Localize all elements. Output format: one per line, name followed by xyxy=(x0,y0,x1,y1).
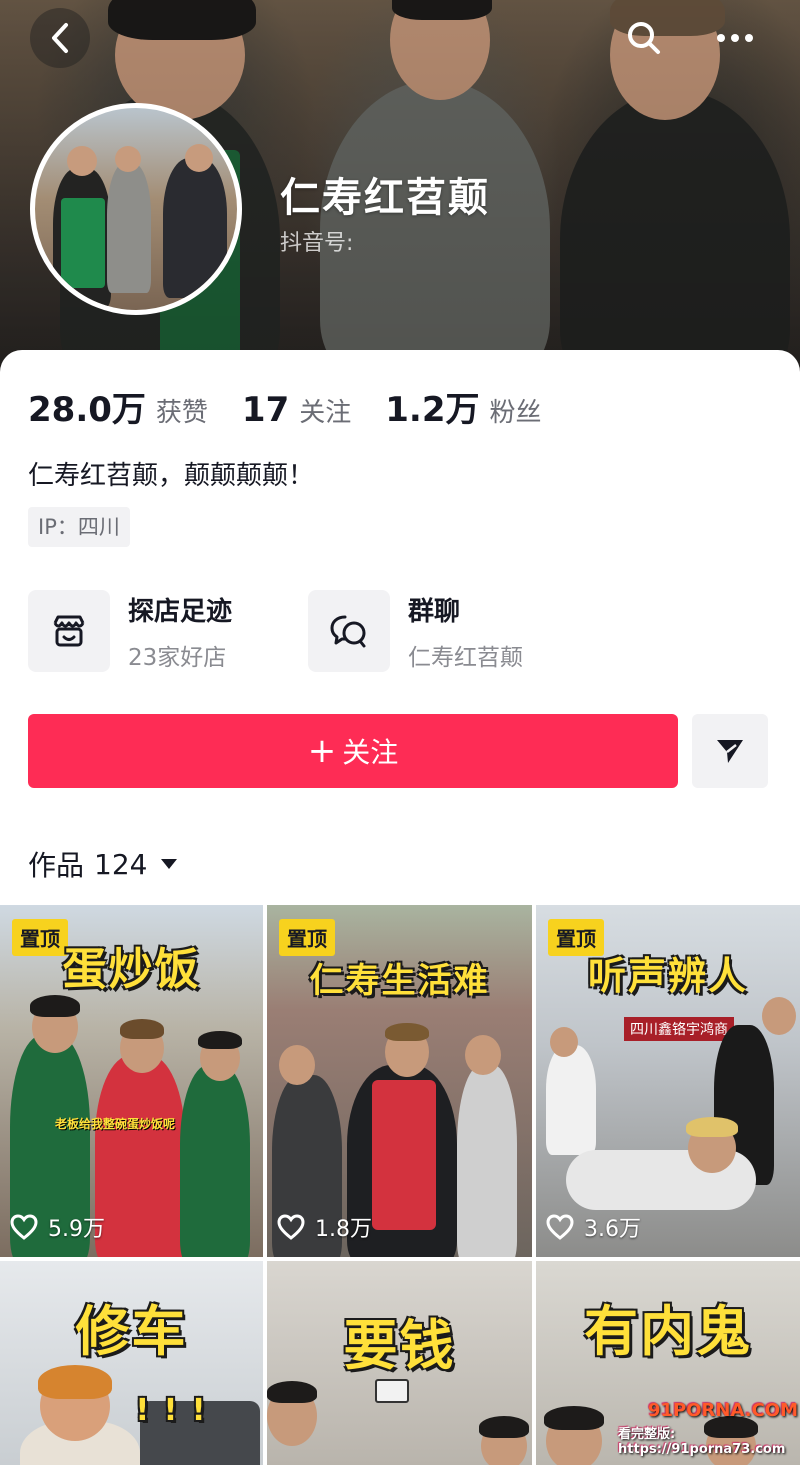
stat-following[interactable]: 17 关注 xyxy=(242,390,351,430)
video-likes: 1.8万 xyxy=(277,1211,372,1243)
follow-label: 关注 xyxy=(342,736,399,769)
avatar[interactable] xyxy=(30,103,242,315)
shop-sign: 四川鑫铬宇鸿商 xyxy=(624,1017,734,1041)
video-likes: 5.9万 xyxy=(10,1211,105,1243)
video-tile[interactable]: 置顶 仁寿生活难 1.8万 xyxy=(267,905,532,1257)
watermark: 91PORNA.COM 看完整版: https://91porna73.com xyxy=(618,1400,800,1457)
works-tab[interactable]: 作品 124 xyxy=(28,844,178,884)
share-button[interactable] xyxy=(692,714,768,788)
stat-value: 1.2万 xyxy=(385,390,480,430)
stat-value: 28.0万 xyxy=(28,390,146,430)
store-icon xyxy=(28,590,110,672)
back-icon xyxy=(52,23,68,53)
likes-count: 5.9万 xyxy=(48,1217,105,1242)
video-title: 仁寿生活难 xyxy=(309,961,490,1001)
plus-icon: + xyxy=(307,731,337,771)
stat-value: 17 xyxy=(241,390,290,430)
search-button[interactable] xyxy=(614,8,674,68)
douyin-id[interactable]: 抖音号: xyxy=(280,225,353,257)
video-caption: 老板给我整碗蛋炒饭呢 xyxy=(55,1117,176,1131)
video-tile[interactable]: 四川鑫铬宇鸿商 置顶 听声辨人 3.6万 xyxy=(536,905,800,1257)
video-tile[interactable]: 要钱 xyxy=(267,1261,532,1465)
follow-button[interactable]: + 关注 xyxy=(28,714,678,788)
watermark-logo: 91PORNA.COM xyxy=(648,1400,798,1421)
profile-stats: 28.0万 获赞 17 关注 1.2万 粉丝 xyxy=(28,382,576,431)
search-icon xyxy=(628,22,660,54)
group-chat-entry[interactable]: 群聊 仁寿红苕颠 xyxy=(308,590,523,672)
service-subtitle: 仁寿红苕颠 xyxy=(408,644,523,671)
back-button[interactable] xyxy=(30,8,90,68)
likes-count: 3.6万 xyxy=(584,1217,641,1242)
pinned-badge: 置顶 xyxy=(279,919,335,956)
works-label: 作品 xyxy=(28,849,85,882)
video-likes: 3.6万 xyxy=(546,1211,641,1243)
group-chat-icon xyxy=(308,590,390,672)
heart-icon xyxy=(10,1214,38,1240)
video-tile[interactable]: 修车 ! ! ! xyxy=(0,1261,263,1465)
profile-bio: 仁寿红苕颠，颠颠颠颠！ xyxy=(28,461,315,491)
video-title: 有内鬼 xyxy=(584,1300,752,1363)
send-icon xyxy=(717,740,743,763)
exclamation-marks: ! ! ! xyxy=(135,1393,208,1428)
profile-banner: 仁寿红苕颠 抖音号: xyxy=(0,0,800,380)
likes-count: 1.8万 xyxy=(315,1217,372,1242)
service-subtitle: 23家好店 xyxy=(128,644,227,671)
video-title: 修车 xyxy=(75,1300,188,1363)
stat-label: 粉丝 xyxy=(489,398,542,428)
heart-icon xyxy=(277,1214,305,1240)
ip-location-tag: IP：四川 xyxy=(28,507,130,547)
profile-nickname: 仁寿红苕颠 xyxy=(280,175,490,221)
video-title: 听声辨人 xyxy=(587,954,748,998)
video-title: 蛋炒饭 xyxy=(62,944,201,995)
works-count: 124 xyxy=(94,847,148,881)
video-tile[interactable]: 置顶 蛋炒饭 老板给我整碗蛋炒饭呢 5.9万 xyxy=(0,905,263,1257)
more-icon xyxy=(717,34,753,42)
profile-card: 28.0万 获赞 17 关注 1.2万 粉丝 仁寿红苕颠，颠颠颠颠！ IP：四川… xyxy=(0,350,800,1465)
service-title: 探店足迹 xyxy=(128,596,233,627)
more-button[interactable] xyxy=(705,8,765,68)
stat-followers[interactable]: 1.2万 粉丝 xyxy=(385,382,541,431)
heart-icon xyxy=(546,1214,574,1240)
store-visits-entry[interactable]: 探店足迹 23家好店 xyxy=(28,590,232,672)
video-title: 要钱 xyxy=(343,1314,456,1377)
service-title: 群聊 xyxy=(408,596,461,627)
caret-down-icon xyxy=(161,859,178,869)
watermark-text: 看完整版: https://91porna73.com xyxy=(618,1427,786,1457)
stat-likes[interactable]: 28.0万 获赞 xyxy=(28,382,208,431)
stat-label: 关注 xyxy=(299,398,352,428)
stat-label: 获赞 xyxy=(155,398,208,428)
